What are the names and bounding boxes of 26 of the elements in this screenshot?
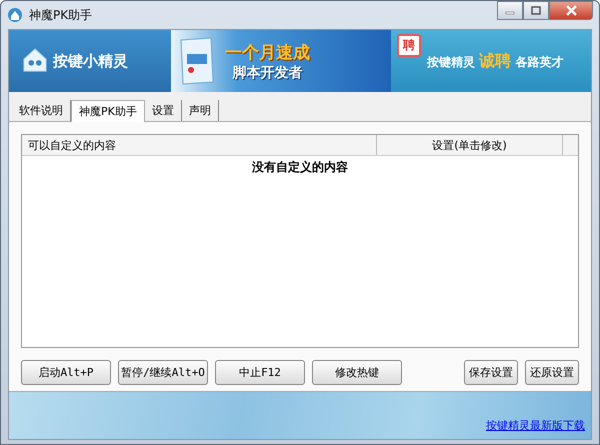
action-button[interactable]: 修改热键: [312, 360, 402, 385]
logo-text: 按键小精灵: [53, 52, 128, 70]
settings-button[interactable]: 还原设置: [525, 360, 579, 385]
tab[interactable]: 声明: [182, 100, 219, 121]
empty-message: 没有自定义的内容: [252, 159, 348, 176]
close-icon: [566, 5, 576, 16]
ad-headline: 一个月速成: [225, 42, 310, 64]
column-header[interactable]: 可以自定义的内容: [22, 135, 377, 155]
action-button[interactable]: 中止F12: [215, 360, 305, 385]
recruit-text: 按键精灵 诚聘 各路英才: [427, 50, 564, 72]
maximize-icon: [531, 6, 541, 16]
action-button[interactable]: 启动Alt+P: [21, 360, 111, 385]
action-button[interactable]: 暂停/继续Alt+O: [118, 360, 208, 385]
settings-button[interactable]: 保存设置: [464, 360, 518, 385]
minimize-button[interactable]: [497, 1, 523, 20]
tab[interactable]: 设置: [144, 100, 182, 121]
app-icon: [7, 7, 23, 23]
maximize-button[interactable]: [523, 1, 549, 20]
column-header[interactable]: 设置(单击修改): [377, 135, 563, 155]
sign-badge: 聘: [397, 34, 421, 57]
tab[interactable]: 神魔PK助手: [71, 100, 145, 122]
download-link[interactable]: 按键精灵最新版下载: [486, 418, 585, 433]
window-title: 神魔PK助手: [29, 6, 92, 24]
ad-subline: 脚本开发者: [232, 64, 302, 82]
close-button[interactable]: [549, 1, 593, 20]
recruit-banner[interactable]: 聘 按键精灵 诚聘 各路英才: [391, 30, 591, 92]
